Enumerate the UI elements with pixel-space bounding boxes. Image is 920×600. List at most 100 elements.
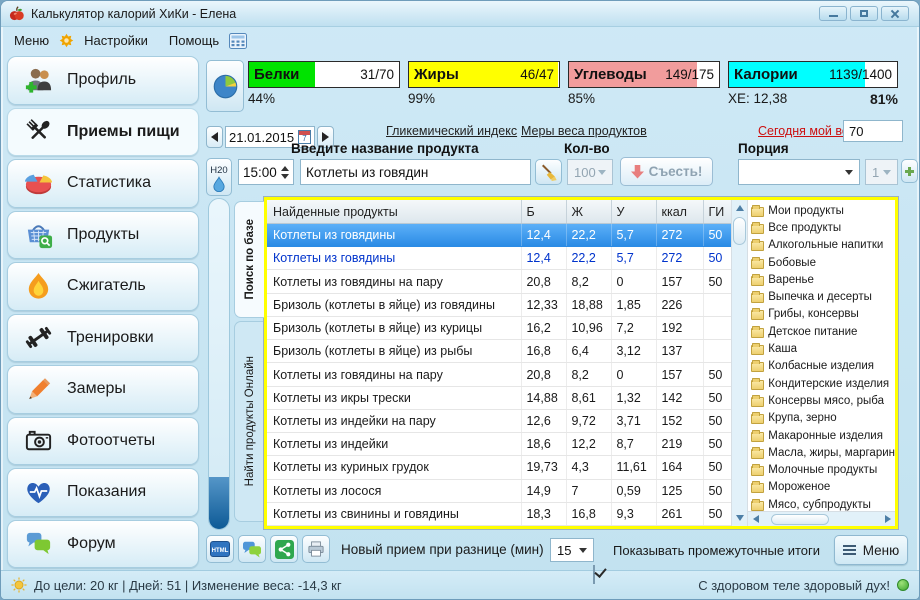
category-item[interactable]: Колбасные изделия	[751, 358, 895, 375]
table-row[interactable]: Котлеты из лосося 14,9 7 0,59 125 50	[267, 480, 731, 503]
category-item[interactable]: Все продукты	[751, 219, 895, 236]
category-item[interactable]: Грибы, консервы	[751, 306, 895, 323]
interval-caret-icon	[579, 548, 587, 553]
weight-input[interactable]	[843, 120, 903, 142]
html-export-button[interactable]: HTML	[206, 535, 234, 563]
header-kcal[interactable]: ккал	[657, 200, 704, 223]
table-row[interactable]: Котлеты из говядины 12,4 22,2 5,7 272 50	[267, 224, 731, 247]
header-name[interactable]: Найденные продукты	[267, 200, 522, 223]
menu-item-settings[interactable]: Настройки	[81, 31, 151, 50]
comments-button[interactable]	[238, 535, 266, 563]
add-portion-button[interactable]	[901, 159, 918, 183]
category-item[interactable]: Консервы мясо, рыба	[751, 392, 895, 409]
table-row[interactable]: Котлеты из икры трески 14,88 8,61 1,32 1…	[267, 387, 731, 410]
scroll-down-icon[interactable]	[732, 510, 747, 526]
gear-icon[interactable]	[59, 33, 74, 48]
subtotals-checkbox[interactable]	[593, 565, 595, 584]
interval-label: Новый прием при разнице (мин)	[341, 542, 544, 557]
table-row[interactable]: Котлеты из свинины и говядины 18,3 16,8 …	[267, 503, 731, 526]
water-level-indicator[interactable]	[208, 198, 230, 530]
scroll-right-icon[interactable]	[880, 512, 895, 526]
clear-search-button[interactable]	[535, 159, 562, 185]
categories-panel: Мои продукты Все продукты Алкогольные на…	[748, 200, 895, 526]
meal-time-spinner[interactable]: 15:00	[238, 159, 294, 185]
table-row[interactable]: Котлеты из говядины на пару 20,8 8,2 0 1…	[267, 270, 731, 293]
time-down-icon[interactable]	[281, 174, 289, 179]
sidebar-item-label: Замеры	[67, 380, 126, 398]
category-item[interactable]: Варенье	[751, 271, 895, 288]
weights-measures-link[interactable]: Меры веса продуктов	[521, 124, 647, 138]
category-item[interactable]: Бобовые	[751, 254, 895, 271]
scroll-left-icon[interactable]	[748, 512, 763, 526]
sidebar-item-forum[interactable]: Форум	[7, 520, 199, 569]
subtotals-checkbox-label[interactable]: Показывать промежуточные итоги	[613, 543, 820, 558]
glycemic-index-link[interactable]: Гликемический индекс	[386, 124, 517, 138]
category-item[interactable]: Мои продукты	[751, 202, 895, 219]
calculator-icon[interactable]	[229, 33, 247, 49]
sidebar-item-measurements[interactable]: Замеры	[7, 365, 199, 414]
category-item[interactable]: Крупа, зерно	[751, 410, 895, 427]
sidebar-item-vitals[interactable]: Показания	[7, 468, 199, 517]
header-gi[interactable]: ГИ	[704, 200, 731, 223]
menu-item-menu[interactable]: Меню	[11, 31, 52, 50]
sidebar-item-profile[interactable]: Профиль	[7, 56, 199, 105]
print-button[interactable]	[302, 535, 330, 563]
protein-percent: 44%	[248, 91, 275, 106]
table-row[interactable]: Бризоль (котлеты в яйце) из рыбы 16,8 6,…	[267, 340, 731, 363]
table-row[interactable]: Котлеты из куриных грудок 19,73 4,3 11,6…	[267, 456, 731, 479]
table-row[interactable]: Котлеты из индейки на пару 12,6 9,72 3,7…	[267, 410, 731, 433]
share-icon	[275, 540, 294, 559]
nutrition-summary-button[interactable]	[206, 60, 244, 112]
table-vertical-scrollbar[interactable]	[732, 200, 748, 526]
product-search-input[interactable]	[300, 159, 531, 185]
portion-count-select[interactable]: 1	[865, 159, 898, 185]
categories-horizontal-scrollbar[interactable]	[748, 511, 895, 526]
table-row[interactable]: Бризоль (котлеты в яйце) из говядины 12,…	[267, 294, 731, 317]
tab-search-online[interactable]: Найти продукты Онлайн	[234, 321, 264, 522]
sidebar-item-burner[interactable]: Сжигатель	[7, 262, 199, 311]
table-row[interactable]: Котлеты из говядины 12,4 22,2 5,7 272 50	[267, 247, 731, 270]
interval-value: 15	[557, 543, 571, 558]
sidebar-item-statistics[interactable]: Статистика	[7, 159, 199, 208]
quantity-select[interactable]: 100	[567, 159, 613, 185]
category-item[interactable]: Алкогольные напитки	[751, 237, 895, 254]
sidebar-item-photo-reports[interactable]: Фотоотчеты	[7, 417, 199, 466]
sidebar-item-products[interactable]: Продукты	[7, 211, 199, 260]
category-list: Мои продукты Все продукты Алкогольные на…	[748, 200, 895, 511]
category-item[interactable]: Детское питание	[751, 323, 895, 340]
table-row[interactable]: Котлеты из индейки 18,6 12,2 8,7 219 50	[267, 433, 731, 456]
maximize-button[interactable]	[850, 6, 878, 21]
sidebar-item-meals[interactable]: Приемы пищи	[7, 108, 199, 157]
water-button[interactable]: H20	[206, 158, 232, 196]
prev-day-button[interactable]	[206, 126, 223, 148]
category-item[interactable]: Мороженое	[751, 479, 895, 496]
menu-item-help[interactable]: Помощь	[166, 31, 222, 50]
sidebar-item-workouts[interactable]: Тренировки	[7, 314, 199, 363]
header-fat[interactable]: Ж	[567, 200, 612, 223]
category-item[interactable]: Каша	[751, 340, 895, 357]
folder-icon	[751, 259, 764, 269]
content-area: Белки 31/70 44% Жиры 46/47 99%	[201, 54, 919, 570]
header-carbs[interactable]: У	[612, 200, 657, 223]
minimize-button[interactable]	[819, 6, 847, 21]
portion-select[interactable]	[738, 159, 860, 185]
menu-button[interactable]: Меню	[834, 535, 908, 565]
table-row[interactable]: Котлеты из говядины на пару 20,8 8,2 0 1…	[267, 363, 731, 386]
interval-select[interactable]: 15	[550, 538, 594, 562]
table-row[interactable]: Бризоль (котлеты в яйце) из курицы 16,2 …	[267, 317, 731, 340]
time-up-icon[interactable]	[281, 166, 289, 171]
category-item[interactable]: Мясо, субпродукты	[751, 496, 895, 511]
category-item[interactable]: Выпечка и десерты	[751, 288, 895, 305]
header-protein[interactable]: Б	[522, 200, 567, 223]
category-item[interactable]: Кондитерские изделия	[751, 375, 895, 392]
eat-button[interactable]: Съесть!	[620, 157, 713, 186]
tab-search-database[interactable]: Поиск по базе	[234, 201, 264, 318]
share-button[interactable]	[270, 535, 298, 563]
close-button[interactable]	[881, 6, 909, 21]
category-item[interactable]: Макаронные изделия	[751, 427, 895, 444]
category-item[interactable]: Молочные продукты	[751, 461, 895, 478]
scroll-up-icon[interactable]	[732, 200, 747, 216]
h-scroll-thumb[interactable]	[771, 514, 829, 525]
scroll-thumb[interactable]	[733, 217, 746, 245]
category-item[interactable]: Масла, жиры, маргарин	[751, 444, 895, 461]
